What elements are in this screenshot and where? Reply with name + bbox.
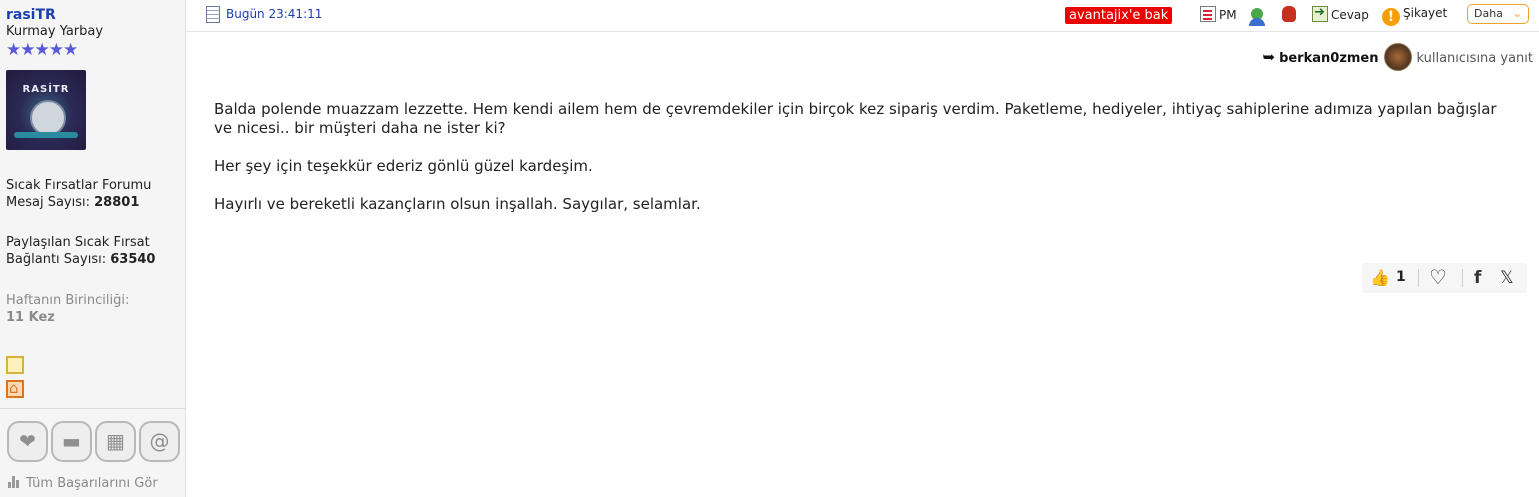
pm-icon [1200, 6, 1216, 22]
copy-icon[interactable] [6, 356, 24, 374]
bar-chart-icon [8, 476, 20, 488]
stat-weekly-title: Haftanın Birinciliği: [6, 293, 130, 308]
like-count: 1 [1396, 269, 1406, 285]
add-user-icon [1249, 8, 1265, 26]
badge-calendar-icon[interactable]: ▦ [95, 421, 136, 462]
avatar-text: RASİTR [22, 84, 70, 95]
badge-chat-icon[interactable]: ▬ [51, 421, 92, 462]
all-badges-label: Tüm Başarılarını Gör [26, 476, 158, 491]
post-date-icon [206, 6, 220, 23]
reply-button[interactable]: Cevap [1312, 5, 1369, 22]
user-rank: Kurmay Yarbay [6, 24, 104, 39]
report-label: Şikayet [1403, 6, 1448, 20]
reply-icon [1312, 5, 1328, 22]
reply-to-avatar[interactable] [1383, 43, 1412, 71]
stat-weekly: Haftanın Birinciliği: 11 Kez [6, 292, 129, 326]
x-icon[interactable]: 𝕏 [1500, 268, 1514, 288]
avatar-band [14, 132, 78, 138]
report-button[interactable]: ! Şikayet [1382, 6, 1447, 26]
all-badges-link[interactable]: Tüm Başarılarını Gör [8, 476, 158, 491]
badge-heart-icon[interactable]: ❤ [7, 421, 48, 462]
stat-links-title: Paylaşılan Sıcak Fırsat [6, 235, 150, 250]
forum-post: rasiTR Kurmay Yarbay ★★★★★ RASİTR Sıcak … [0, 0, 1539, 497]
post-body: Balda polende muazzam lezzette. Hem kend… [214, 100, 1514, 233]
thumbs-up-icon[interactable]: 👍 [1370, 268, 1390, 287]
rank-stars: ★★★★★ [6, 40, 78, 60]
post-toolbar: Bugün 23:41:11 avantajix'e bak PM Cevap … [187, 0, 1539, 32]
home-icon[interactable] [6, 379, 24, 398]
stat-messages: Sıcak Fırsatlar Forumu Mesaj Sayısı: 288… [6, 177, 151, 211]
post-paragraph: Her şey için teşekkür ederiz gönlü güzel… [214, 157, 593, 175]
sidebar-divider [0, 408, 186, 409]
heart-icon[interactable]: ♡ [1429, 265, 1447, 289]
username-link[interactable]: rasiTR [6, 7, 56, 23]
pm-label: PM [1219, 8, 1237, 22]
action-separator [1418, 269, 1419, 287]
stat-messages-value: 28801 [94, 195, 140, 210]
action-separator [1462, 269, 1463, 287]
facebook-icon[interactable]: f [1474, 268, 1481, 288]
stat-messages-title: Sıcak Fırsatlar Forumu [6, 178, 152, 193]
chevron-down-icon: ⌄ [1512, 7, 1522, 20]
reply-label: Cevap [1331, 8, 1369, 22]
post-paragraph: Hayırlı ve bereketli kazançların olsun i… [214, 195, 701, 213]
badge-mention-icon[interactable]: @ [139, 421, 180, 462]
reply-arrow-icon: ➥ [1262, 48, 1276, 66]
avatar[interactable]: RASİTR [6, 70, 86, 150]
block-button[interactable] [1282, 6, 1299, 22]
stat-messages-label: Mesaj Sayısı: [6, 195, 90, 210]
reply-to-username[interactable]: berkan0zmen [1279, 51, 1378, 66]
stat-links-value: 63540 [110, 252, 156, 267]
more-label: Daha [1474, 7, 1503, 20]
post-paragraph: Balda polende muazzam lezzette. Hem kend… [214, 100, 1497, 137]
post-actions: 👍 1 ♡ f 𝕏 [1362, 263, 1527, 293]
user-sidebar: rasiTR Kurmay Yarbay ★★★★★ RASİTR Sıcak … [0, 0, 186, 497]
hand-icon [1282, 6, 1296, 22]
reply-to-suffix: kullanıcısına yanıt [1416, 51, 1534, 66]
more-dropdown[interactable]: Daha ⌄ [1467, 4, 1529, 24]
reply-to-line: ➥ berkan0zmen kullanıcısına yanıt [1262, 43, 1533, 71]
add-friend-button[interactable] [1249, 6, 1266, 26]
advantage-button[interactable]: avantajix'e bak [1065, 7, 1173, 24]
warning-icon: ! [1382, 8, 1400, 26]
stat-links-label: Bağlantı Sayısı: [6, 252, 107, 267]
post-date[interactable]: Bugün 23:41:11 [226, 7, 322, 21]
avatar-face [30, 100, 66, 136]
pm-button[interactable]: PM [1200, 6, 1237, 22]
stat-weekly-value: 11 Kez [6, 310, 55, 325]
stat-links: Paylaşılan Sıcak Fırsat Bağlantı Sayısı:… [6, 234, 155, 268]
